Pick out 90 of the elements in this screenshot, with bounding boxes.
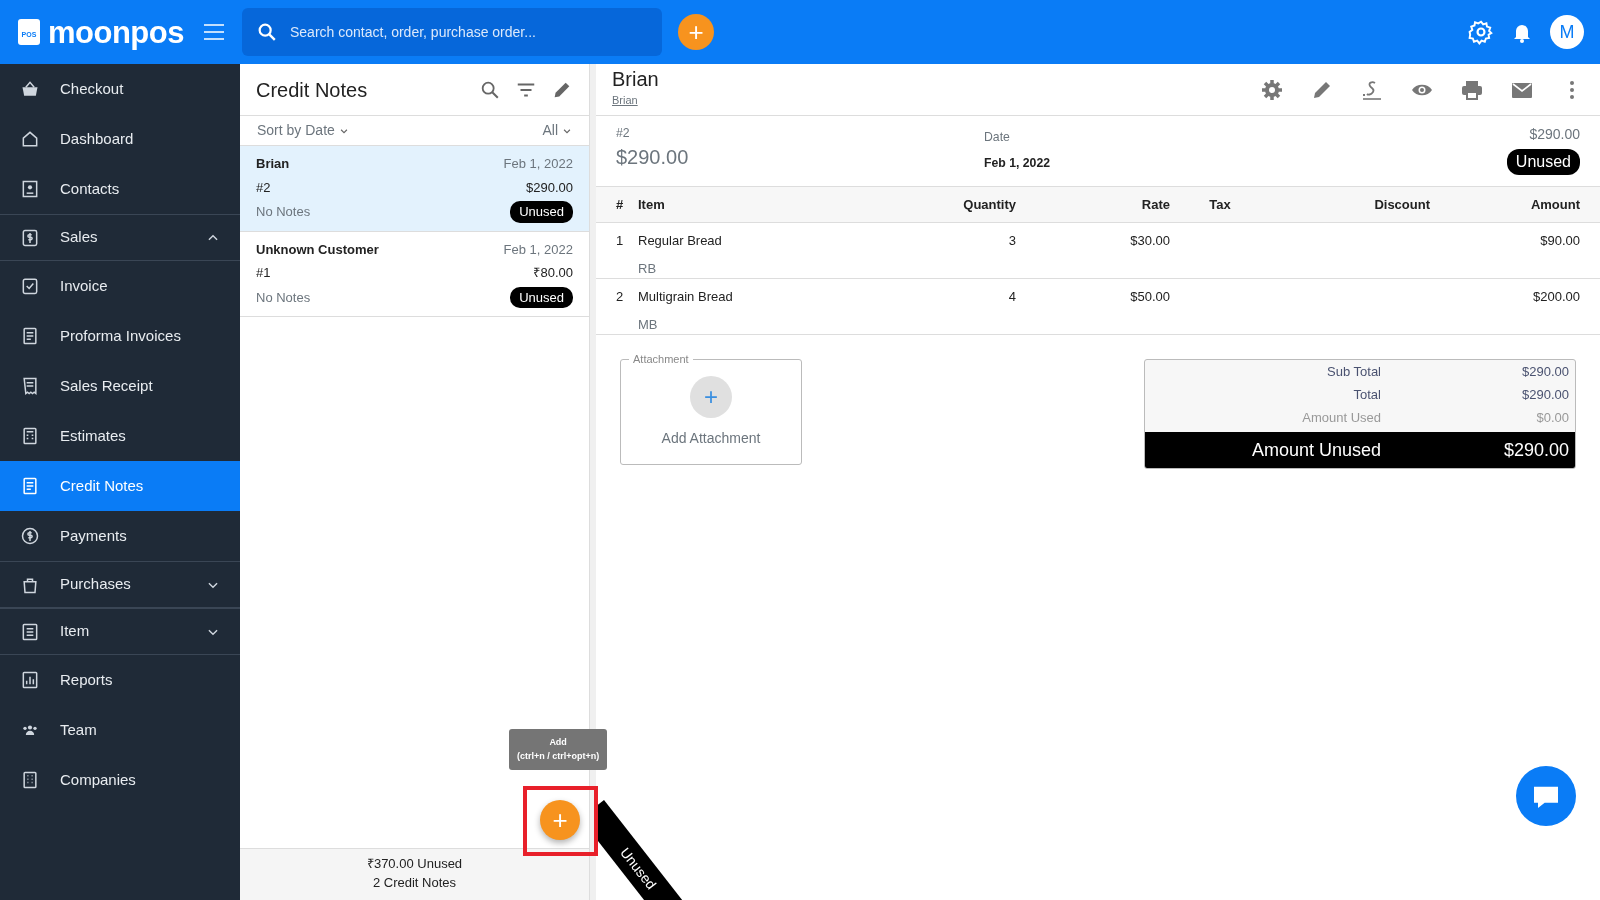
sidebar-item[interactable]: Purchases [0, 561, 240, 608]
note-number: #1 [256, 264, 271, 282]
sidebar-item[interactable]: Item [0, 608, 240, 655]
item-code: MB [638, 315, 659, 334]
document-icon [20, 476, 40, 496]
sort-dropdown[interactable]: Sort by Date [256, 119, 350, 142]
customer-link[interactable]: Brian [612, 94, 638, 106]
item-code: RB [638, 259, 658, 278]
column-header: Rate [1140, 195, 1170, 214]
shortcut-text: (ctrl+n / ctrl+opt+n) [517, 750, 600, 764]
total-label: Amount Unused [1250, 438, 1381, 462]
sidebar-item[interactable]: Contacts [0, 164, 240, 214]
date-text: Feb 1, 2022 [503, 240, 573, 259]
dollar-circle-icon [20, 526, 40, 546]
sidebar-item[interactable]: Payments [0, 511, 240, 561]
table-cell-text: 1 [616, 232, 625, 250]
sidebar-item[interactable]: Proforma Invoices [0, 311, 240, 361]
total-label: Amount Used [1301, 409, 1381, 427]
calculator-icon [20, 426, 40, 446]
detail-title: Brian [612, 69, 659, 89]
total-value: $290.00 [1521, 363, 1569, 381]
column-header: Quantity [962, 195, 1017, 214]
table-cell-text: 4 [1007, 288, 1017, 306]
column-header: # [616, 195, 625, 214]
tooltip-title: Add [548, 736, 568, 749]
customer-name: Unknown Customer [256, 240, 379, 259]
sidebar-item[interactable]: Checkout [0, 64, 240, 114]
amount-text: $290.00 [1528, 125, 1580, 144]
house-icon [20, 129, 40, 149]
table-cell-text: 3 [1007, 232, 1017, 250]
item-name: Regular Bread [638, 232, 723, 250]
building-icon [20, 770, 40, 790]
panel-title: Credit Notes [256, 77, 368, 103]
notes-text: No Notes [256, 203, 311, 221]
sidebar-item[interactable]: Sales Receipt [0, 361, 240, 411]
total-label: Total [1352, 386, 1381, 404]
dollar-document-icon [20, 227, 40, 248]
table-cell-text: $200.00 [1532, 288, 1580, 306]
sidebar-item[interactable]: Estimates [0, 411, 240, 461]
sidebar-item[interactable]: Credit Notes [0, 461, 240, 511]
total-value: $290.00 [1521, 386, 1569, 404]
column-header: Item [638, 195, 666, 214]
count-text: 2 Credit Notes [371, 873, 458, 892]
sidebar-item[interactable]: Team [0, 705, 240, 755]
customer-name: Brian [256, 155, 290, 173]
amount-text: ₹80.00 [533, 264, 573, 282]
amount-text: $290.00 [616, 145, 690, 171]
date-text: Feb 1, 2022 [984, 155, 1051, 173]
column-header: Tax [1208, 195, 1232, 214]
bar-chart-icon [20, 670, 40, 690]
table-cell-text: $90.00 [1539, 232, 1580, 250]
date-label: Date [984, 129, 1011, 146]
sidebar-item[interactable]: Companies [0, 755, 240, 805]
total-value: $0.00 [1535, 409, 1569, 427]
contact-card-icon [20, 179, 40, 199]
table-cell-text: $50.00 [1129, 288, 1170, 306]
document-icon [20, 326, 40, 346]
note-number: #2 [256, 178, 271, 197]
avatar[interactable]: M [1550, 15, 1584, 49]
table-cell-text: $30.00 [1129, 232, 1170, 250]
table-cell-text: 2 [616, 288, 625, 306]
sidebar-item[interactable]: Invoice [0, 261, 240, 311]
status-badge: Unused [510, 286, 573, 308]
column-header: Discount [1373, 195, 1430, 214]
status-badge: Unused [510, 201, 573, 223]
note-number: #2 [616, 125, 631, 142]
filter-dropdown[interactable]: All [541, 119, 573, 142]
total-label: Sub Total [1326, 363, 1381, 381]
sidebar-item[interactable]: Dashboard [0, 114, 240, 164]
list-item[interactable]: Unknown Customer Feb 1, 2022 #1 ₹80.00 No Notes Unused [240, 231, 589, 317]
attachment-label: Add Attachment [661, 428, 761, 448]
total-text: ₹370.00 Unused [365, 855, 464, 873]
item-name: Multigrain Bread [638, 288, 734, 306]
column-header: Amount [1529, 195, 1580, 214]
search-field[interactable]: Search contact, order, purchase order... [242, 8, 662, 56]
sidebar-item[interactable]: Sales [0, 214, 240, 261]
amount-text: $290.00 [526, 178, 573, 197]
chat-button[interactable] [1516, 766, 1576, 826]
notes-text: No Notes [256, 288, 311, 307]
list-item[interactable]: Brian Feb 1, 2022 #2 $290.00 No Notes Unused [240, 146, 589, 232]
total-value: $290.00 [1502, 438, 1569, 462]
list-icon [20, 621, 40, 642]
basket-icon [20, 79, 40, 99]
date-text: Feb 1, 2022 [503, 155, 573, 173]
settings-icon[interactable] [1260, 77, 1284, 102]
checklist-icon [20, 276, 40, 296]
brand-name: moonpos [48, 16, 184, 48]
status-badge: Unused [1506, 149, 1580, 175]
sidebar-item[interactable]: Reports [0, 655, 240, 705]
receipt-icon [20, 376, 40, 396]
